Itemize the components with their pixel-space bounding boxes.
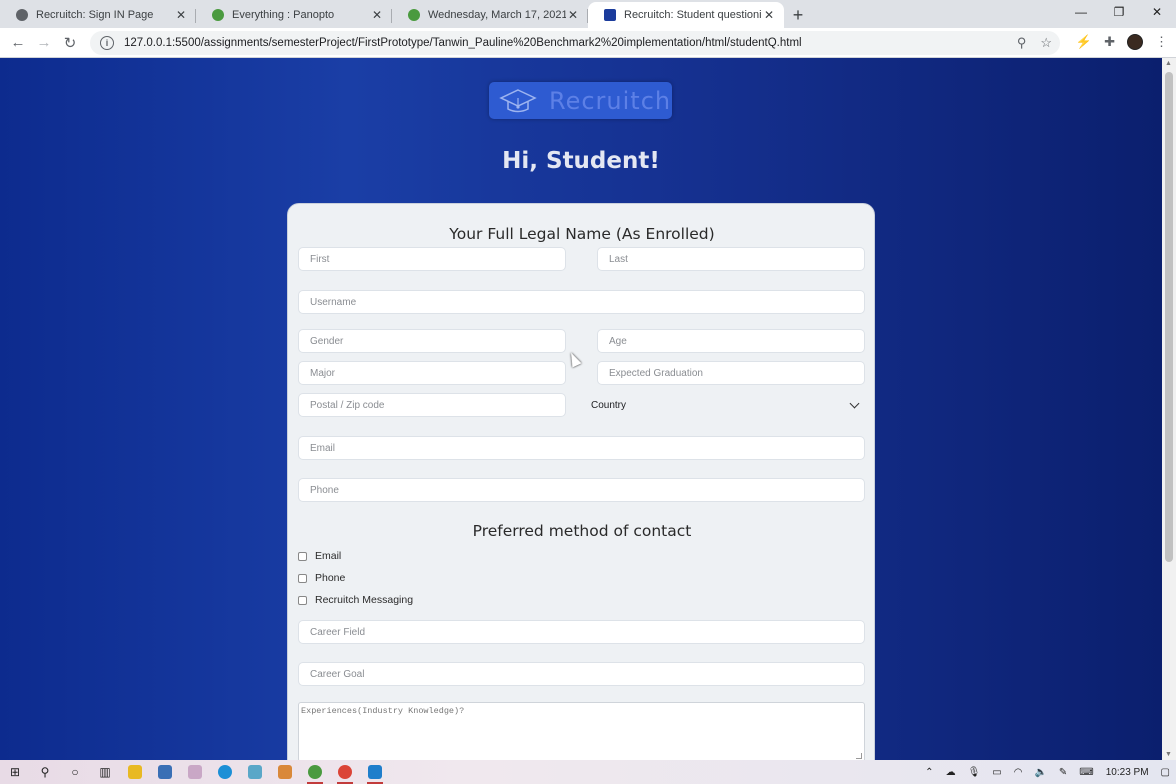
scroll-down-icon[interactable]: ▼ [1165,751,1172,758]
expected-graduation-input[interactable]: Expected Graduation [597,361,865,385]
close-tab-icon[interactable]: ✕ [762,8,776,22]
last-name-input[interactable]: Last [597,247,865,271]
first-name-input[interactable]: First [298,247,566,271]
graduation-cap-icon [499,88,537,112]
forward-icon[interactable]: → [31,34,57,51]
extension-icon[interactable]: ⚡ [1076,34,1092,50]
chevron-down-icon [849,398,860,408]
wifi-icon[interactable]: ◠ [1014,767,1023,778]
task-view-icon[interactable]: ▥ [90,760,120,784]
messaging-checkbox[interactable] [298,595,307,605]
profile-avatar[interactable] [1127,34,1143,50]
zoom-icon[interactable]: ⚲ [1017,35,1027,51]
pen-icon[interactable]: ✎ [1059,767,1067,778]
window-controls: — ❐ ✕ [1062,0,1176,24]
battery-icon[interactable]: ▭ [992,767,1001,778]
bookmark-star-icon[interactable]: ☆ [1040,35,1052,51]
contact-email-option[interactable]: Email [298,550,341,562]
windows-start-icon[interactable]: ⊞ [0,760,30,784]
tab-panopto[interactable]: Everything : Panopto ✕ [196,2,392,28]
career-field-input[interactable]: Career Field [298,620,865,644]
restore-button[interactable]: ❐ [1100,0,1138,24]
scrollbar-thumb[interactable] [1165,72,1173,562]
volume-icon[interactable]: 🔈 [1034,767,1046,778]
major-input[interactable]: Major [298,361,566,385]
puzzle-extensions-icon[interactable]: ✚ [1104,34,1115,50]
email-checkbox[interactable] [298,551,307,561]
checkbox-label: Recruitch Messaging [315,594,414,606]
app-icon[interactable] [240,760,270,784]
textarea-placeholder: Experiences(Industry Knowledge)? [301,706,465,716]
logo-text: Recruitch [549,86,672,115]
phone-input[interactable]: Phone [298,478,865,502]
country-select[interactable]: Country [587,393,866,417]
close-window-button[interactable]: ✕ [1138,0,1176,24]
email-input[interactable]: Email [298,436,865,460]
contact-section-title: Preferred method of contact [472,522,692,540]
system-tray: ⌃ ☁ 🎙 ▭ ◠ 🔈 ✎ ⌨ 10:23 PM ▢ [919,760,1176,784]
panopto-taskbar-icon[interactable] [300,760,330,784]
address-bar[interactable]: i 127.0.0.1:5500/assignments/semesterPro… [90,31,1060,55]
checkbox-label: Phone [315,572,346,584]
age-input[interactable]: Age [597,329,865,353]
gender-input[interactable]: Gender [298,329,566,353]
postal-code-input[interactable]: Postal / Zip code [298,393,566,417]
username-input[interactable]: Username [298,290,865,314]
file-explorer-icon[interactable] [120,760,150,784]
page-icon [604,9,616,21]
page-viewport: Recruitch Hi, Student! Your Full Legal N… [0,58,1162,760]
reload-icon[interactable]: ↻ [57,34,83,52]
experiences-textarea[interactable]: Experiences(Industry Knowledge)? [298,702,865,760]
tab-title: Recruitch: Sign IN Page [36,9,154,21]
notifications-icon[interactable]: ▢ [1161,767,1170,778]
app-icon[interactable] [270,760,300,784]
windows-taskbar: ⊞ ⚲ ○ ▥ ⌃ ☁ 🎙 ▭ ◠ 🔈 ✎ ⌨ 10:23 PM ▢ [0,760,1176,784]
tab-sign-in[interactable]: Recruitch: Sign IN Page ✕ [0,2,196,28]
student-questionnaire-form: Your Full Legal Name (As Enrolled) First… [287,203,875,760]
globe-icon [16,9,28,21]
app-icon[interactable] [180,760,210,784]
menu-kebab-icon[interactable]: ⋮ [1155,34,1168,50]
career-goal-input[interactable]: Career Goal [298,662,865,686]
app-icon[interactable] [150,760,180,784]
search-icon[interactable]: ⚲ [30,760,60,784]
onedrive-icon[interactable]: ☁ [946,767,956,778]
contact-phone-option[interactable]: Phone [298,572,345,584]
url-text: 127.0.0.1:5500/assignments/semesterProje… [124,37,802,49]
contact-messaging-option[interactable]: Recruitch Messaging [298,594,413,606]
clock[interactable]: 10:23 PM [1106,767,1149,778]
keyboard-icon[interactable]: ⌨ [1079,767,1093,778]
country-select-value: Country [591,399,627,411]
minimize-button[interactable]: — [1062,0,1100,24]
browser-toolbar: ← → ↻ i 127.0.0.1:5500/assignments/semes… [0,28,1176,58]
microphone-icon[interactable]: 🎙 [968,767,981,778]
checkbox-label: Email [315,550,342,562]
tab-title: Wednesday, March 17, 2021 at 1 [428,9,566,21]
page-scrollbar[interactable]: ▲ ▼ [1162,58,1176,760]
scroll-up-icon[interactable]: ▲ [1165,60,1172,67]
tab-student-questionnaire[interactable]: Recruitch: Student questioniere ✕ [588,2,784,28]
browser-tab-bar: Recruitch: Sign IN Page ✕ Everything : P… [0,0,1176,28]
close-tab-icon[interactable]: ✕ [566,8,580,22]
recruitch-logo: Recruitch [489,82,672,119]
edge-icon[interactable] [210,760,240,784]
close-tab-icon[interactable]: ✕ [174,8,188,22]
show-hidden-icons-icon[interactable]: ⌃ [925,767,933,778]
vscode-icon[interactable] [360,760,390,784]
phone-checkbox[interactable] [298,573,307,583]
tab-panopto-recording[interactable]: Wednesday, March 17, 2021 at 1 ✕ [392,2,588,28]
panopto-icon [212,9,224,21]
back-icon[interactable]: ← [5,34,31,51]
chrome-icon[interactable] [330,760,360,784]
panopto-icon [408,9,420,21]
resize-handle[interactable] [856,753,862,759]
tab-title: Everything : Panopto [232,9,335,21]
close-tab-icon[interactable]: ✕ [370,8,384,22]
new-tab-button[interactable]: + [784,2,812,28]
cortana-icon[interactable]: ○ [60,760,90,784]
info-icon[interactable]: i [100,36,114,50]
name-section-title: Your Full Legal Name (As Enrolled) [449,225,715,243]
tab-title: Recruitch: Student questioniere [624,9,762,21]
page-greeting: Hi, Student! [502,148,660,174]
